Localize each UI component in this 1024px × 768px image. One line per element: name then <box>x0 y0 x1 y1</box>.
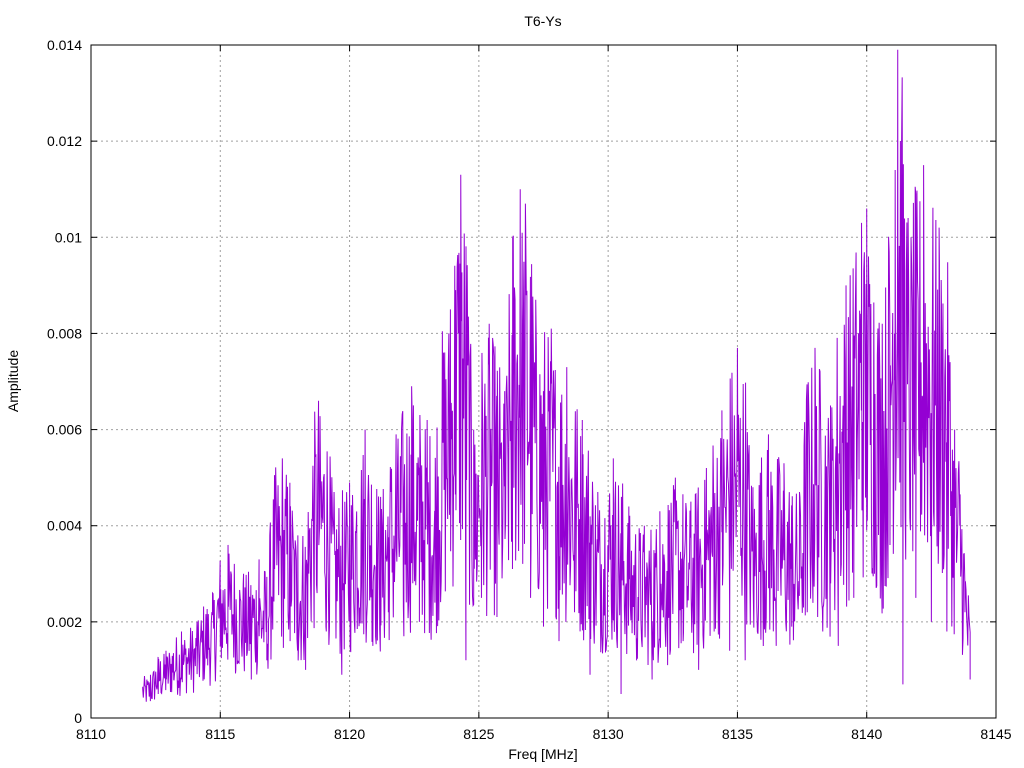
y-tick-labels: 0 0.002 0.004 0.006 0.008 0.01 0.012 0.014 <box>47 37 82 726</box>
y-tick-label: 0.002 <box>47 614 82 630</box>
y-tick-label: 0 <box>74 710 82 726</box>
y-tick-label: 0.014 <box>47 37 82 53</box>
y-tick-label: 0.004 <box>47 518 82 534</box>
series-line <box>142 49 971 702</box>
x-axis-label: Freq [MHz] <box>508 746 577 762</box>
x-tick-label: 8145 <box>980 726 1011 742</box>
chart-canvas: 8110 8115 8120 8125 8130 8135 8140 8145 00.0020… <box>5 13 1012 762</box>
y-axis-label: Amplitude <box>5 350 21 412</box>
x-tick-label: 8135 <box>722 726 753 742</box>
x-tick-label: 8110 <box>76 726 106 742</box>
x-tick-labels: 8110 8115 8120 8125 8130 8135 8140 8145 <box>76 726 1012 742</box>
x-tick-label: 8120 <box>334 726 365 742</box>
y-tick-label: 0.008 <box>47 325 82 341</box>
x-tick-label: 8125 <box>463 726 494 742</box>
x-tick-label: 8115 <box>205 726 235 742</box>
y-tick-label: 0.006 <box>47 422 82 438</box>
chart-title: T6-Ys <box>524 13 561 29</box>
y-tick-label: 0.012 <box>47 133 82 149</box>
x-tick-label: 8130 <box>593 726 624 742</box>
y-tick-label: 0.01 <box>55 229 82 245</box>
series-layer <box>142 49 971 702</box>
x-tick-label: 8140 <box>851 726 882 742</box>
